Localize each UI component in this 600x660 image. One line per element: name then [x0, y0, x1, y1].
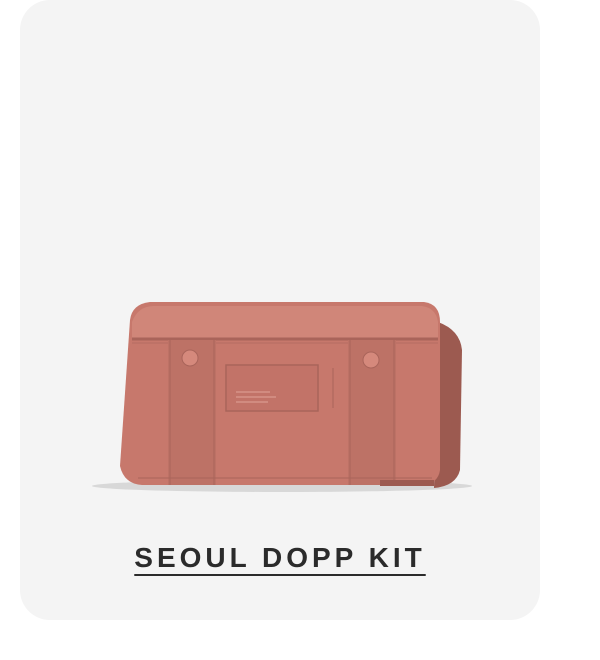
bag-lid — [132, 306, 438, 338]
left-strap-button — [181, 349, 199, 367]
product-title-link[interactable]: SEOUL DOPP KIT — [134, 542, 425, 573]
product-card[interactable]: SEOUL DOPP KIT — [20, 0, 540, 620]
brand-patch — [225, 364, 319, 412]
right-strap-button — [362, 351, 380, 369]
product-title: SEOUL DOPP KIT — [20, 540, 540, 576]
product-image[interactable] — [20, 0, 540, 520]
zipper-pull — [380, 480, 434, 486]
